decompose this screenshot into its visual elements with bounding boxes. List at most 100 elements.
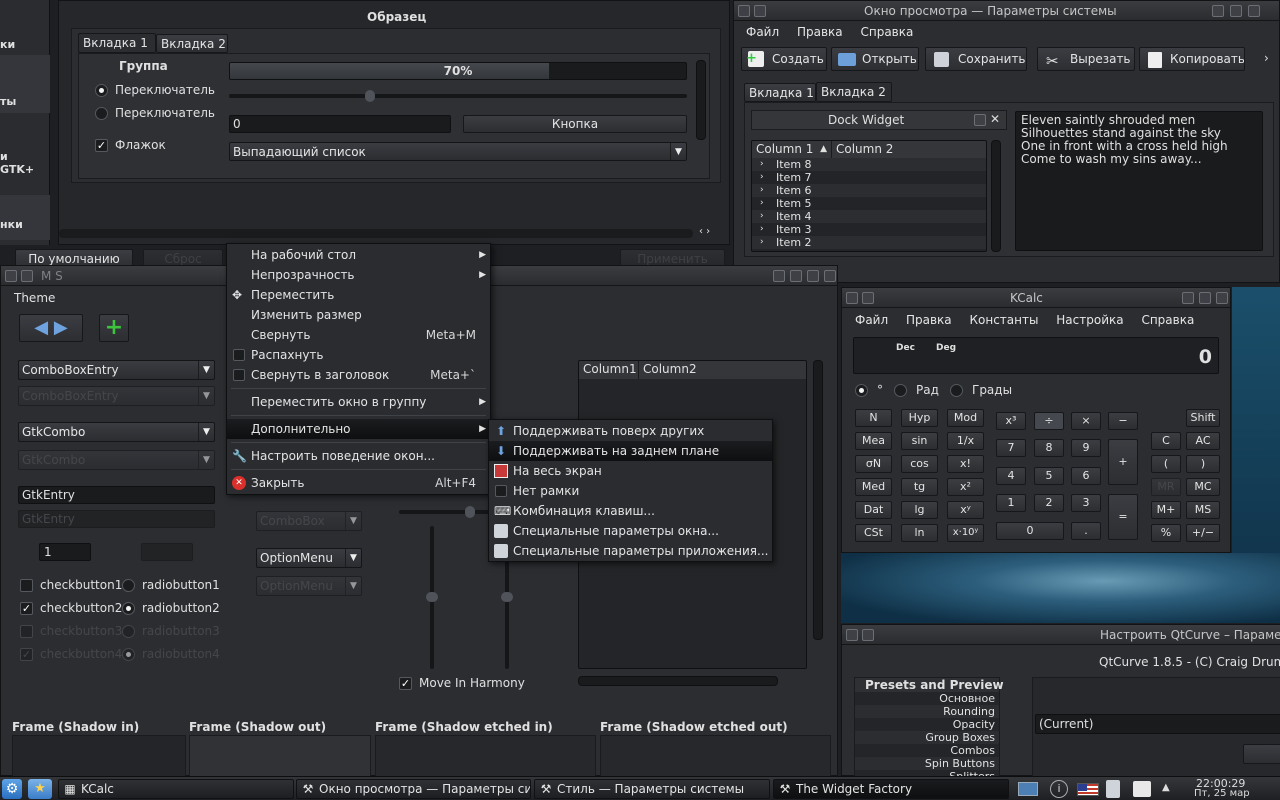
key-mplus[interactable]: M+ bbox=[1151, 501, 1181, 519]
factory-shade-button[interactable] bbox=[773, 270, 785, 282]
key-0[interactable]: 0 bbox=[996, 522, 1064, 540]
kcalc-menu-edit[interactable]: Правка bbox=[906, 313, 952, 327]
factory-vscrollbar[interactable] bbox=[813, 360, 823, 640]
dock-close-icon[interactable]: ✕ bbox=[990, 112, 1000, 126]
key-factorial[interactable]: x! bbox=[947, 455, 984, 473]
dock-float-icon[interactable] bbox=[974, 114, 986, 126]
menu-file[interactable]: Файл bbox=[746, 25, 779, 39]
submenu-window-rules[interactable]: Специальные параметры окна... bbox=[489, 521, 772, 541]
key-tg[interactable]: tg bbox=[901, 478, 938, 496]
copy-button[interactable]: Копировать bbox=[1139, 47, 1245, 71]
text-edit[interactable]: Eleven saintly shrouded men Silhouettes … bbox=[1015, 111, 1263, 251]
open-button[interactable]: Открыть bbox=[831, 47, 919, 71]
tree-row[interactable]: › Item 4 bbox=[752, 210, 986, 223]
key-close-paren[interactable]: ) bbox=[1186, 455, 1220, 473]
key-dat[interactable]: Dat bbox=[855, 501, 892, 519]
key-mea[interactable]: Mea bbox=[855, 432, 892, 450]
key-power[interactable]: xʸ bbox=[947, 501, 984, 519]
spin-button[interactable]: 1 bbox=[39, 543, 91, 561]
angle-degree-radio[interactable] bbox=[855, 384, 868, 397]
key-clear[interactable]: C bbox=[1151, 432, 1181, 450]
key-cst[interactable]: CSt bbox=[855, 524, 892, 542]
key-lg[interactable]: lg bbox=[901, 501, 938, 519]
hslider-handle[interactable] bbox=[465, 506, 475, 518]
key-1[interactable]: 1 bbox=[996, 494, 1026, 512]
menu-item-advanced[interactable]: Дополнительно ▶ bbox=[227, 419, 490, 439]
preset-item[interactable]: Основное bbox=[855, 692, 999, 705]
kcalc-menu-file[interactable]: Файл bbox=[855, 313, 888, 327]
menu-item-configure[interactable]: 🔧 Настроить поведение окон... bbox=[227, 446, 490, 466]
menu-item-move-to-group[interactable]: Переместить окно в группу ▶ bbox=[227, 392, 490, 412]
kcalc-close-button[interactable] bbox=[1216, 292, 1228, 304]
tree-row[interactable]: › Item 6 bbox=[752, 184, 986, 197]
keyboard-layout-icon[interactable] bbox=[1077, 783, 1099, 796]
key-3[interactable]: 3 bbox=[1071, 494, 1101, 512]
key-shift[interactable]: Shift bbox=[1186, 409, 1220, 427]
key-equals[interactable]: = bbox=[1108, 494, 1138, 540]
angle-grad-radio[interactable] bbox=[950, 384, 963, 397]
key-sign[interactable]: +/− bbox=[1186, 524, 1220, 542]
kcalc-pin-button[interactable] bbox=[862, 292, 874, 304]
menu-item-move[interactable]: ✥ Переместить bbox=[227, 285, 490, 305]
kcalc-titlebar[interactable]: KCalc bbox=[842, 288, 1230, 308]
clock-date[interactable]: Пт, 25 мар bbox=[1194, 788, 1250, 799]
key-open-paren[interactable]: ( bbox=[1151, 455, 1181, 473]
slider-track[interactable] bbox=[229, 90, 687, 102]
menu-help[interactable]: Справка bbox=[860, 25, 913, 39]
folder-view-icon[interactable]: ★ bbox=[28, 779, 52, 799]
kcalc-minimize-button[interactable] bbox=[1182, 292, 1194, 304]
gtk-combo[interactable]: GtkCombo ▼ bbox=[18, 422, 215, 442]
kcalc-menu-constants[interactable]: Константы bbox=[969, 313, 1038, 327]
submenu-shortcut[interactable]: ⌨ Комбинация клавиш... bbox=[489, 501, 772, 521]
key-sigma-n[interactable]: σN bbox=[855, 455, 892, 473]
qtcurve-titlebar[interactable]: Настроить QtCurve – Параме bbox=[842, 625, 1280, 645]
flag-checkbox[interactable]: ✓ bbox=[95, 139, 108, 152]
display-icon[interactable] bbox=[1018, 782, 1038, 796]
menu-item-minimize[interactable]: Свернуть Meta+M bbox=[227, 325, 490, 345]
submenu-keep-above[interactable]: ⬆ Поддерживать поверх других bbox=[489, 421, 772, 441]
tree-row[interactable]: › Item 7 bbox=[752, 171, 986, 184]
key-ms[interactable]: MS bbox=[1186, 501, 1220, 519]
minimize-button[interactable] bbox=[1212, 5, 1224, 17]
factory-tree-header-2[interactable]: Column2 bbox=[639, 361, 806, 379]
cut-button[interactable]: Вырезать ✂ bbox=[1037, 47, 1135, 71]
menu-item-shade[interactable]: Свернуть в заголовок Meta+` bbox=[227, 365, 490, 385]
key-hyp[interactable]: Hyp bbox=[901, 409, 938, 427]
vslider-2-handle[interactable] bbox=[501, 592, 513, 602]
factory-tree-header-1[interactable]: Column1 bbox=[579, 361, 639, 379]
qtcurve-pin-button[interactable] bbox=[862, 629, 874, 641]
qtcurve-menu-button[interactable] bbox=[846, 629, 858, 641]
tray-arrow-icon[interactable]: ▲ bbox=[1162, 782, 1170, 793]
task-widget-factory[interactable]: ⚒ The Widget Factory bbox=[773, 779, 1009, 799]
checkbutton1[interactable] bbox=[20, 579, 33, 592]
preset-item[interactable]: Rounding bbox=[855, 705, 999, 718]
key-mc[interactable]: MC bbox=[1186, 478, 1220, 496]
tree-row[interactable]: › Item 2 bbox=[752, 236, 986, 249]
radio-on[interactable] bbox=[95, 84, 108, 97]
close-button[interactable] bbox=[1248, 5, 1260, 17]
create-button[interactable]: Создать + bbox=[741, 47, 827, 71]
key-all-clear[interactable]: AC bbox=[1186, 432, 1220, 450]
preset-item[interactable]: Combos bbox=[855, 744, 999, 757]
task-preview[interactable]: ⚒ Окно просмотра — Параметры сис bbox=[296, 779, 531, 799]
key-8[interactable]: 8 bbox=[1034, 439, 1064, 457]
factory-minimize-button[interactable] bbox=[790, 270, 802, 282]
key-4[interactable]: 4 bbox=[996, 467, 1026, 485]
factory-hscrollbar[interactable] bbox=[578, 676, 778, 686]
key-plus[interactable]: + bbox=[1108, 439, 1138, 485]
key-7[interactable]: 7 bbox=[996, 439, 1026, 457]
submenu-keep-below[interactable]: ⬇ Поддерживать на заднем плане bbox=[489, 441, 772, 461]
tree-row[interactable]: › Item 8 bbox=[752, 158, 986, 171]
back-button[interactable]: ◀ ▶ bbox=[19, 314, 83, 342]
preview-tab-1[interactable]: Вкладка 1 bbox=[744, 83, 816, 102]
menu-item-maximize[interactable]: Распахнуть bbox=[227, 345, 490, 365]
key-med[interactable]: Med bbox=[855, 478, 892, 496]
radiobutton2[interactable] bbox=[122, 602, 135, 615]
menu-item-close[interactable]: ✕ Закрыть Alt+F4 bbox=[227, 473, 490, 493]
menu-button[interactable] bbox=[738, 5, 750, 17]
kcalc-maximize-button[interactable] bbox=[1199, 292, 1211, 304]
tree-row[interactable]: › Item 3 bbox=[752, 223, 986, 236]
hscroll-track[interactable] bbox=[59, 229, 693, 238]
key-minus[interactable]: − bbox=[1108, 412, 1138, 430]
submenu-app-rules[interactable]: Специальные параметры приложения... bbox=[489, 541, 772, 561]
